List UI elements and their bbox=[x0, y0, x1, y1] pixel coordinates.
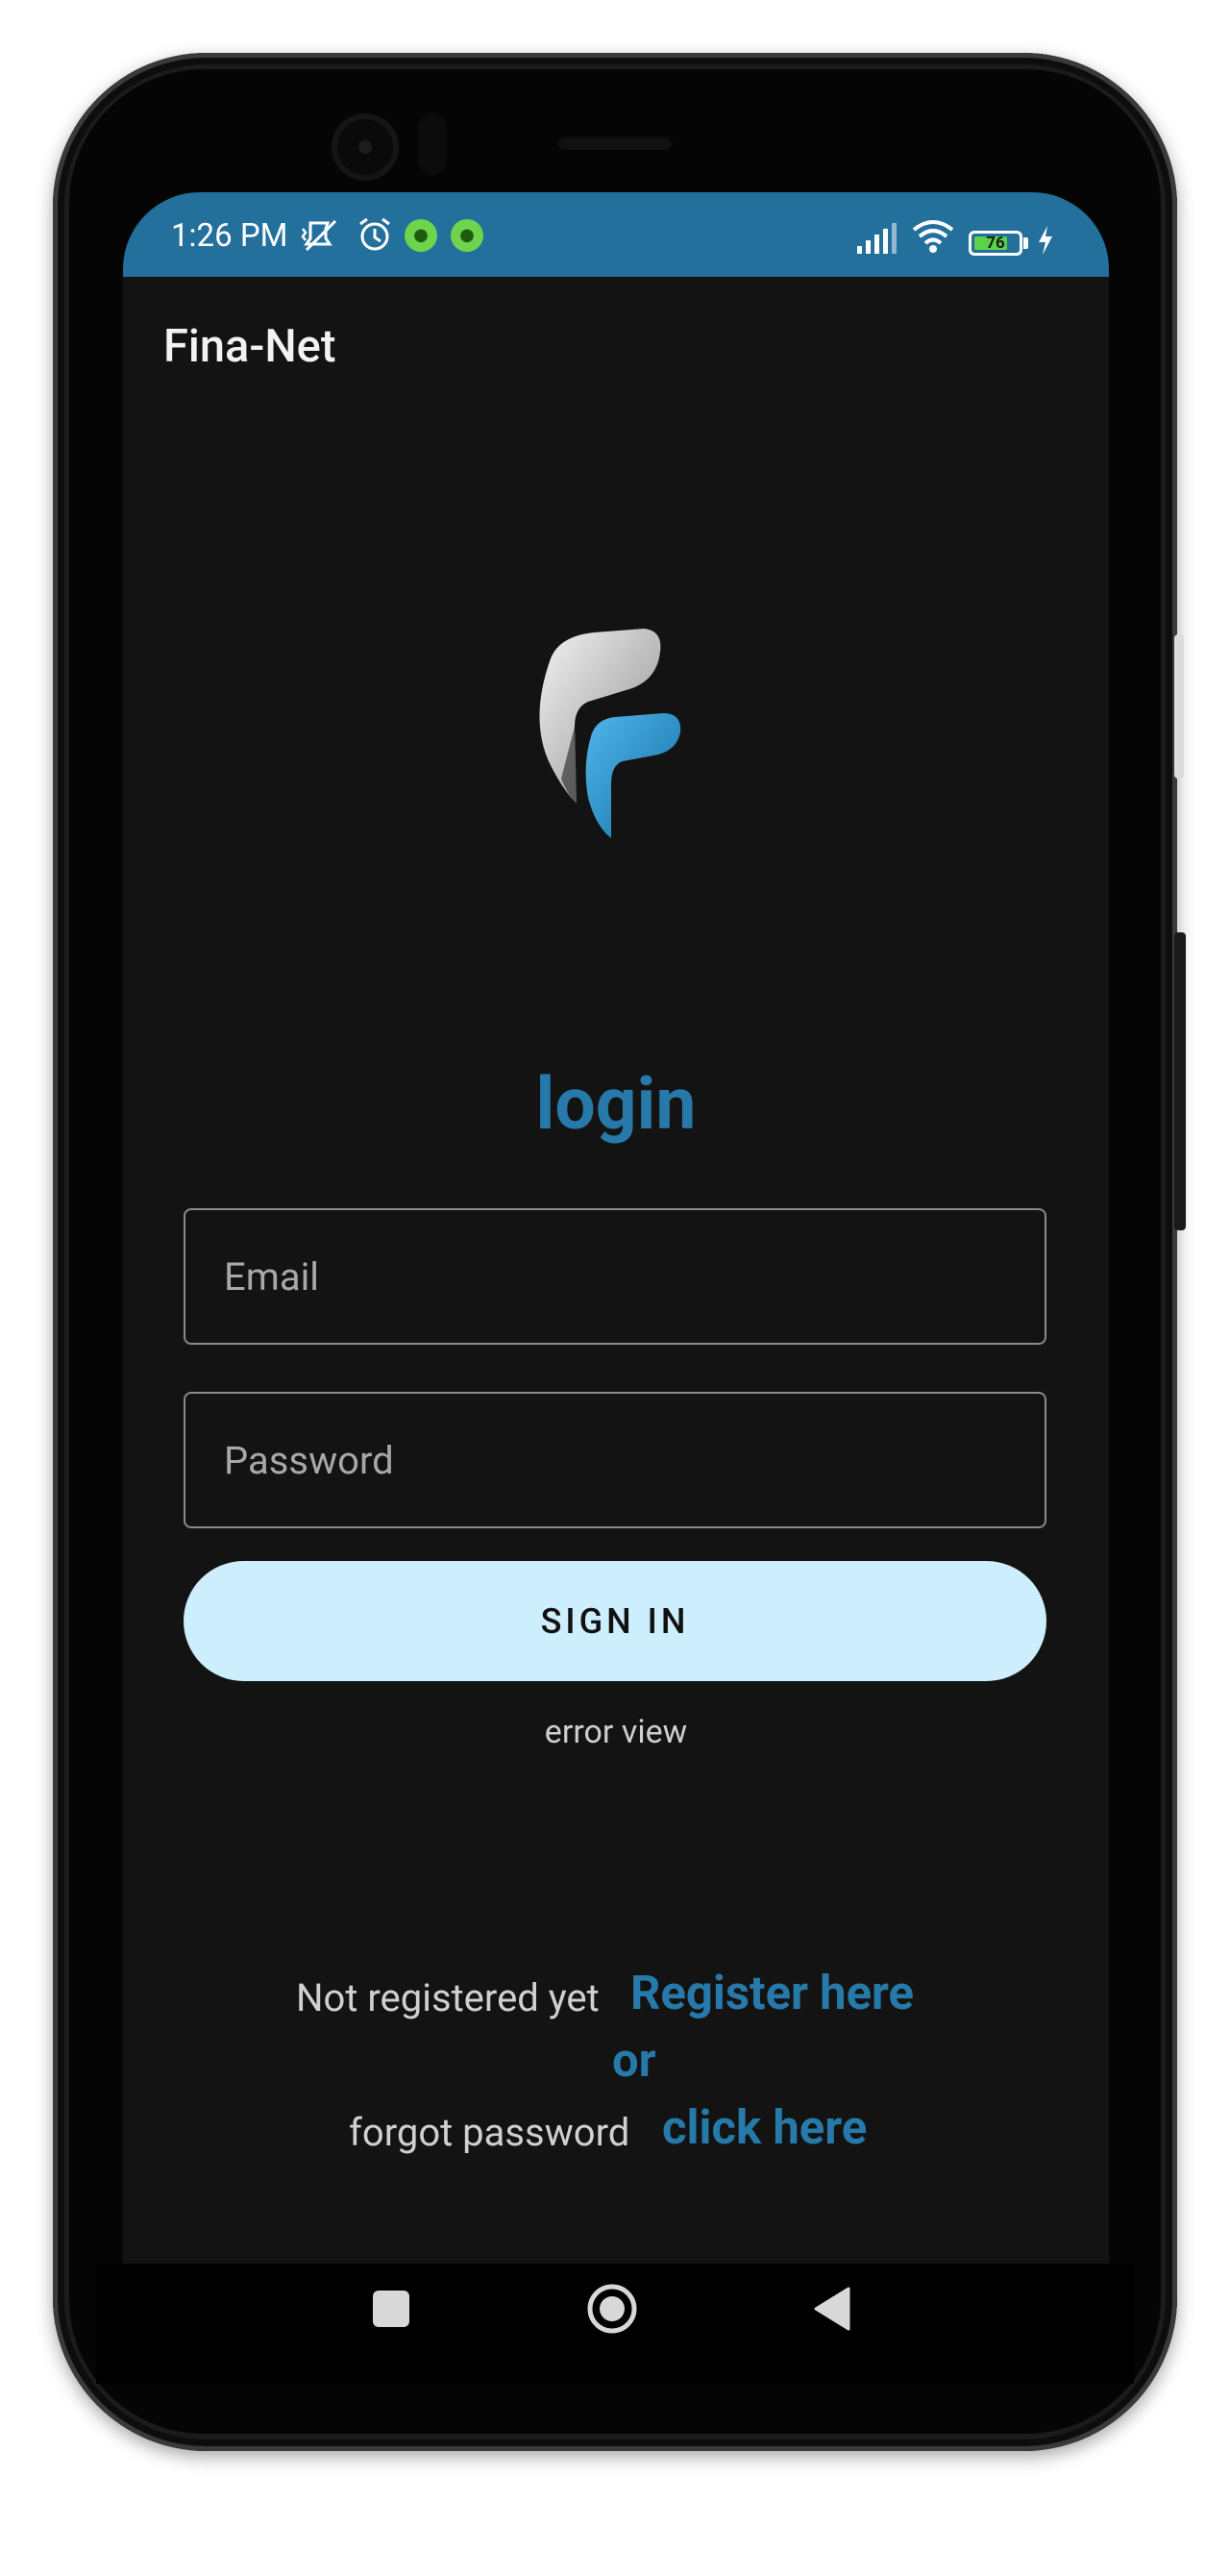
navigation-bar bbox=[96, 2264, 1134, 2384]
signal-icon bbox=[857, 223, 897, 254]
email-field[interactable] bbox=[184, 1208, 1046, 1345]
volume-button bbox=[1174, 634, 1184, 779]
recents-icon[interactable] bbox=[373, 2291, 409, 2327]
status-bar: 1:26 PM ● ● 76 bbox=[123, 192, 1109, 277]
or-text: or bbox=[612, 2033, 656, 2088]
forgot-password-text: forgot password bbox=[349, 2110, 630, 2155]
home-icon[interactable] bbox=[586, 2283, 638, 2335]
app-notification-icon: ● bbox=[451, 219, 483, 252]
fina-net-logo bbox=[539, 629, 681, 838]
charging-icon bbox=[1039, 226, 1052, 255]
app-screen: 1:26 PM ● ● 76 Fina-Net login Email SIGN… bbox=[123, 192, 1109, 2264]
password-field[interactable] bbox=[184, 1392, 1046, 1528]
alarm-icon bbox=[359, 217, 390, 251]
status-time: 1:26 PM bbox=[171, 217, 288, 255]
battery-cap bbox=[1023, 237, 1028, 249]
register-link[interactable]: Register here bbox=[630, 1966, 914, 2020]
proximity-sensor bbox=[418, 113, 447, 175]
back-icon[interactable] bbox=[812, 2285, 852, 2333]
not-registered-text: Not registered yet bbox=[296, 1975, 600, 2020]
login-heading: login bbox=[535, 1062, 697, 1147]
wifi-icon bbox=[912, 220, 954, 253]
battery-icon: 76 bbox=[969, 231, 1022, 256]
front-camera-icon bbox=[332, 113, 399, 181]
power-button bbox=[1174, 932, 1186, 1230]
battery-level: 76 bbox=[986, 234, 1005, 253]
sign-in-button[interactable]: SIGN IN bbox=[184, 1561, 1046, 1681]
mute-vibrate-icon bbox=[301, 219, 337, 252]
error-text: error view bbox=[544, 1713, 688, 1751]
app-notification-icon: ● bbox=[405, 219, 437, 252]
click-here-link[interactable]: click here bbox=[662, 2100, 867, 2155]
app-title: Fina-Net bbox=[163, 320, 336, 373]
earpiece-speaker bbox=[557, 135, 673, 150]
